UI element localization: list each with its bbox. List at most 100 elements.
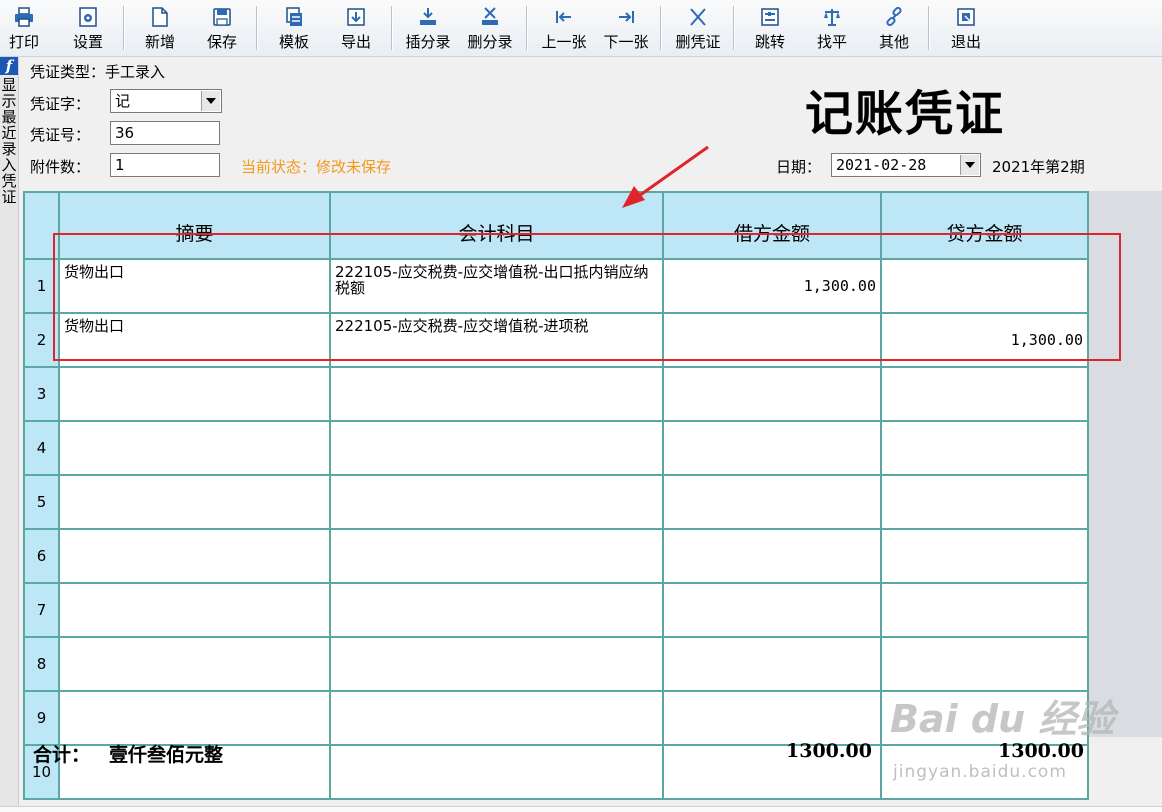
export-button[interactable]: 导出 [334, 2, 378, 54]
delete-voucher-button[interactable]: 删凭证 [670, 2, 726, 54]
new-button[interactable]: 新增 [138, 2, 182, 54]
baidu-watermark-url: jingyan.baidu.com [893, 762, 1067, 782]
voucher-word-select[interactable]: 记 [110, 89, 222, 113]
recent-vouchers-label: 显示最近录入凭证 [1, 76, 17, 206]
summary-column-header[interactable]: 摘要 [58, 191, 331, 260]
toolbar-separator [928, 6, 930, 50]
debit-cell[interactable]: 1,300.00 [662, 258, 882, 314]
credit-cell[interactable] [880, 582, 1089, 638]
summary-cell[interactable] [58, 474, 331, 530]
credit-cell[interactable] [880, 474, 1089, 530]
row-number: 7 [23, 582, 60, 638]
attachments-input[interactable]: 1 [110, 153, 220, 177]
credit-cell[interactable] [880, 258, 1089, 314]
summary-cell[interactable] [58, 366, 331, 422]
credit-total: 1300.00 [998, 740, 1084, 762]
exit-button[interactable]: 退出 [944, 2, 988, 54]
summary-cell[interactable] [58, 420, 331, 476]
account-cell[interactable] [329, 582, 664, 638]
debit-total: 1300.00 [786, 740, 872, 762]
credit-cell[interactable]: 1,300.00 [880, 312, 1089, 368]
template-icon [283, 6, 305, 28]
attachments-label: 附件数： [30, 158, 91, 176]
printer-icon [13, 6, 35, 28]
voucher-word-value: 记 [115, 92, 131, 110]
credit-cell[interactable] [880, 528, 1089, 584]
save-button[interactable]: 保存 [200, 2, 244, 54]
summary-cell[interactable] [58, 582, 331, 638]
link-icon [883, 6, 905, 28]
debit-cell[interactable] [662, 528, 882, 584]
account-cell[interactable] [329, 420, 664, 476]
settings-icon [77, 6, 99, 28]
toolbar: 打印 设置 新增 保存 模板 导出 插分录 删分录 上一张 下一张 删凭证 跳转… [0, 0, 1162, 57]
page-title: 记账凭证 [805, 86, 1006, 142]
period-text: 2021年第2期 [992, 158, 1085, 176]
previous-icon [553, 6, 575, 28]
toolbar-separator [660, 6, 662, 50]
debit-cell[interactable] [662, 366, 882, 422]
status-text: 当前状态：修改未保存 [241, 158, 392, 176]
row-number-header [23, 191, 60, 260]
toolbar-separator [123, 6, 125, 50]
summary-cell[interactable]: 货物出口 [58, 258, 331, 314]
other-button[interactable]: 其他 [872, 2, 916, 54]
debit-column-header[interactable]: 借方金额 [662, 191, 882, 260]
debit-cell[interactable] [662, 636, 882, 692]
credit-cell[interactable] [880, 420, 1089, 476]
row-number: 6 [23, 528, 60, 584]
template-button[interactable]: 模板 [272, 2, 316, 54]
row-number: 2 [23, 312, 60, 368]
jump-icon [759, 6, 781, 28]
summary-cell[interactable]: 货物出口 [58, 312, 331, 368]
settings-button[interactable]: 设置 [66, 2, 110, 54]
row-number: 5 [23, 474, 60, 530]
row-number: 4 [23, 420, 60, 476]
table-row: 1 货物出口 222105-应交税费-应交增值税-出口抵内销应纳税额 1,300… [23, 258, 1089, 314]
debit-cell[interactable] [662, 582, 882, 638]
voucher-no-input[interactable]: 36 [110, 121, 220, 145]
delete-entry-button[interactable]: 删分录 [462, 2, 518, 54]
recent-vouchers-tab[interactable]: f 显示最近录入凭证 [0, 57, 19, 807]
grid-header-row: 摘要 会计科目 借方金额 贷方金额 [23, 191, 1089, 260]
voucher-word-label: 凭证字： [30, 95, 91, 113]
account-cell[interactable] [329, 474, 664, 530]
insert-entry-button[interactable]: 插分录 [400, 2, 456, 54]
account-cell[interactable]: 222105-应交税费-应交增值税-进项税 [329, 312, 664, 368]
print-button[interactable]: 打印 [4, 2, 44, 54]
next-icon [615, 6, 637, 28]
new-file-icon [149, 6, 171, 28]
account-cell[interactable] [329, 636, 664, 692]
toolbar-separator [256, 6, 258, 50]
account-cell[interactable] [329, 366, 664, 422]
voucher-no-label: 凭证号： [30, 126, 91, 144]
date-label: 日期： [776, 158, 822, 176]
table-row: 7 [23, 582, 1089, 638]
debit-cell[interactable] [662, 420, 882, 476]
table-row: 3 [23, 366, 1089, 422]
table-row: 4 [23, 420, 1089, 476]
app-logo-icon: f [0, 57, 18, 75]
account-cell[interactable]: 222105-应交税费-应交增值税-出口抵内销应纳税额 [329, 258, 664, 314]
toolbar-separator [391, 6, 393, 50]
account-cell[interactable] [329, 528, 664, 584]
next-button[interactable]: 下一张 [598, 2, 654, 54]
export-icon [345, 6, 367, 28]
chevron-down-icon[interactable] [201, 91, 220, 111]
balance-icon [821, 6, 843, 28]
summary-cell[interactable] [58, 636, 331, 692]
credit-cell[interactable] [880, 366, 1089, 422]
summary-cell[interactable] [58, 528, 331, 584]
previous-button[interactable]: 上一张 [536, 2, 592, 54]
account-column-header[interactable]: 会计科目 [329, 191, 664, 260]
date-value: 2021-02-28 [836, 156, 927, 174]
credit-cell[interactable] [880, 636, 1089, 692]
credit-column-header[interactable]: 贷方金额 [880, 191, 1089, 260]
date-picker[interactable]: 2021-02-28 [831, 153, 981, 177]
debit-cell[interactable] [662, 312, 882, 368]
jump-button[interactable]: 跳转 [748, 2, 792, 54]
balance-button[interactable]: 找平 [810, 2, 854, 54]
debit-cell[interactable] [662, 474, 882, 530]
total-label: 合计： [33, 744, 91, 766]
chevron-down-icon[interactable] [960, 155, 979, 175]
